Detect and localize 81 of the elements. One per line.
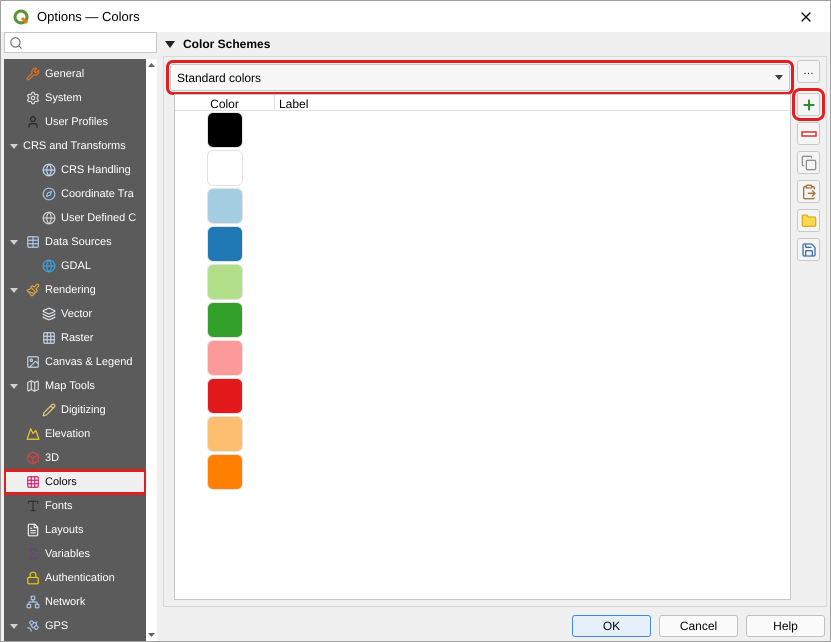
color-swatch[interactable] xyxy=(207,340,243,376)
sidebar-item[interactable]: General xyxy=(4,62,146,86)
sidebar-item[interactable]: Digitizing xyxy=(4,398,146,422)
raster-icon xyxy=(42,331,56,345)
expand-arrow-icon[interactable] xyxy=(10,240,18,244)
color-swatch[interactable] xyxy=(207,454,243,490)
vector-icon xyxy=(42,307,56,321)
column-header[interactable]: Label xyxy=(275,95,308,110)
copy-button[interactable] xyxy=(797,151,820,174)
lock-icon xyxy=(26,571,40,585)
sidebar-item[interactable]: Data Sources xyxy=(4,230,146,254)
save-icon xyxy=(800,242,816,258)
elevation-icon xyxy=(26,427,40,441)
wrench-icon xyxy=(26,67,40,81)
scrollbar[interactable] xyxy=(146,59,157,641)
paste-button[interactable] xyxy=(797,180,820,203)
cube-icon xyxy=(26,451,40,465)
copy-icon xyxy=(800,154,816,170)
menu-button[interactable]: … xyxy=(797,60,820,83)
sidebar-item[interactable]: Layouts xyxy=(4,518,146,542)
sidebar-item[interactable]: Map Tools xyxy=(4,374,146,398)
expand-arrow-icon[interactable] xyxy=(10,384,18,388)
clipboard-icon xyxy=(800,184,816,200)
sidebar-item[interactable]: User Profiles xyxy=(4,110,146,134)
search-field[interactable] xyxy=(4,32,157,53)
sidebar-item[interactable]: Rendering xyxy=(4,278,146,302)
color-swatch[interactable] xyxy=(207,416,243,452)
color-swatch[interactable] xyxy=(207,302,243,338)
sidebar-item[interactable]: Vector xyxy=(4,302,146,326)
scroll-up-icon xyxy=(148,63,155,67)
sidebar-item[interactable]: GPS xyxy=(4,614,146,638)
sidebar-item[interactable]: Fonts xyxy=(4,494,146,518)
remove-button[interactable] xyxy=(797,122,820,145)
palette-grid-icon xyxy=(26,475,40,489)
network-icon xyxy=(26,595,40,609)
collapse-arrow-icon[interactable] xyxy=(165,40,175,48)
expand-arrow-icon[interactable] xyxy=(10,144,18,148)
sidebar-item[interactable]: User Defined C xyxy=(4,206,146,230)
pencil-icon xyxy=(42,403,56,417)
color-swatch[interactable] xyxy=(207,226,243,262)
sidebar-item[interactable]: System xyxy=(4,86,146,110)
column-header[interactable]: Color xyxy=(175,95,275,110)
minus-icon xyxy=(800,130,816,136)
plus-icon xyxy=(800,96,816,112)
sidebar-item[interactable]: Raster xyxy=(4,326,146,350)
section-header[interactable]: Color Schemes xyxy=(163,36,827,52)
brush-icon xyxy=(26,283,40,297)
dialog-button[interactable]: Help xyxy=(746,615,825,637)
color-swatch[interactable] xyxy=(207,188,243,224)
dialog-button[interactable]: OK xyxy=(572,615,651,637)
search-icon xyxy=(9,36,23,50)
caret-icon xyxy=(775,75,783,80)
font-icon xyxy=(26,499,40,513)
gear-icon xyxy=(26,91,40,105)
color-swatch[interactable] xyxy=(207,112,243,148)
expand-arrow-icon[interactable] xyxy=(10,624,18,628)
sidebar-item[interactable]: Canvas & Legend xyxy=(4,350,146,374)
sidebar-item[interactable]: Elevation xyxy=(4,422,146,446)
color-swatch[interactable] xyxy=(207,264,243,300)
sidebar-item[interactable]: Authentication xyxy=(4,566,146,590)
folder-icon xyxy=(800,212,816,228)
table-icon xyxy=(26,235,40,249)
sidebar-item[interactable]: Colors xyxy=(4,470,146,494)
color-swatch[interactable] xyxy=(207,150,243,186)
dialog-button[interactable]: Cancel xyxy=(659,615,738,637)
sidebar-item[interactable]: Network xyxy=(4,590,146,614)
sidebar-item[interactable]: Variables xyxy=(4,542,146,566)
gps-icon xyxy=(26,619,40,633)
color-swatch[interactable] xyxy=(207,378,243,414)
person-icon xyxy=(26,115,40,129)
app-logo-icon xyxy=(13,8,29,24)
sidebar-item[interactable]: Coordinate Tra xyxy=(4,182,146,206)
layout-icon xyxy=(26,523,40,537)
sidebar-item[interactable]: CRS Handling xyxy=(4,158,146,182)
window-title: Options — Colors xyxy=(37,8,141,26)
sidebar-item[interactable]: CRS and Transforms xyxy=(4,134,146,158)
sidebar-item[interactable]: GDAL xyxy=(4,254,146,278)
save-button[interactable] xyxy=(797,238,820,261)
scroll-down-icon xyxy=(148,633,155,637)
expand-arrow-icon[interactable] xyxy=(10,288,18,292)
sidebar-item[interactable]: 3D xyxy=(4,446,146,470)
